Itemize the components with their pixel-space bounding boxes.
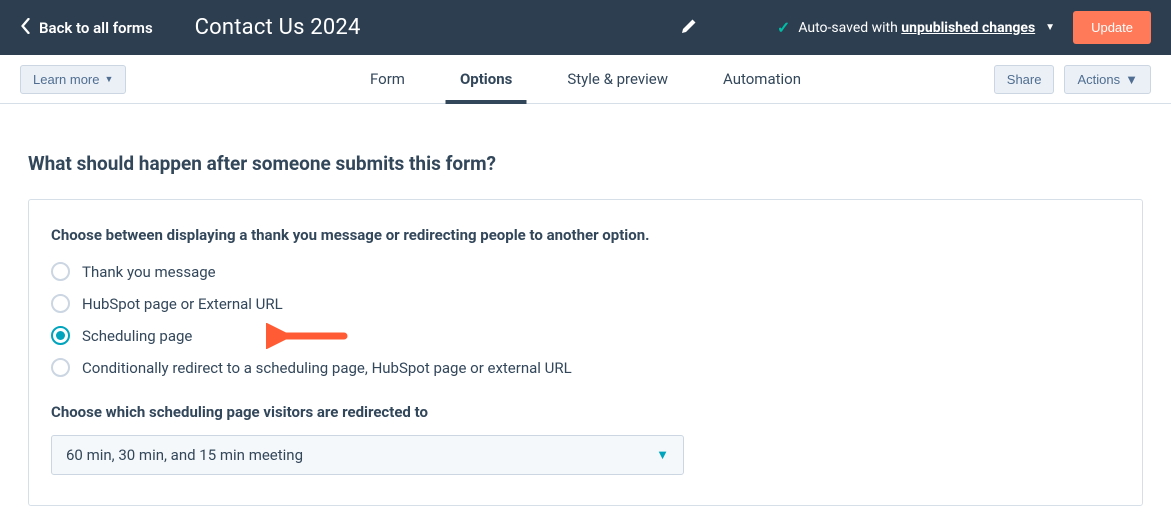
caret-down-icon: ▼	[1125, 72, 1138, 87]
dropdown-value: 60 min, 30 min, and 15 min meeting	[66, 446, 303, 464]
arrow-annotation-icon	[266, 323, 348, 349]
radio-group: Thank you message HubSpot page or Extern…	[51, 262, 1120, 377]
radio-icon	[51, 294, 70, 313]
form-title: Contact Us 2024	[195, 15, 361, 40]
right-actions: Share Actions ▼	[994, 65, 1151, 94]
autosave-emphasis: unpublished changes	[901, 20, 1035, 36]
select-label: Choose which scheduling page visitors ar…	[51, 403, 1120, 421]
tab-style-preview[interactable]: Style & preview	[567, 55, 668, 103]
scheduling-page-dropdown[interactable]: 60 min, 30 min, and 15 min meeting ▼	[51, 435, 684, 475]
back-to-forms-link[interactable]: Back to all forms	[20, 18, 153, 38]
tab-automation[interactable]: Automation	[723, 55, 801, 103]
radio-label: Thank you message	[82, 263, 216, 281]
radio-conditional-redirect[interactable]: Conditionally redirect to a scheduling p…	[51, 358, 1120, 377]
actions-button[interactable]: Actions ▼	[1064, 65, 1151, 94]
learn-more-button[interactable]: Learn more ▼	[20, 65, 126, 94]
tab-options[interactable]: Options	[460, 55, 512, 103]
share-button[interactable]: Share	[994, 65, 1055, 94]
radio-label: HubSpot page or External URL	[82, 295, 283, 313]
back-label: Back to all forms	[39, 19, 153, 37]
chevron-left-icon	[20, 18, 31, 38]
subbar: Learn more ▼ Form Options Style & previe…	[0, 55, 1171, 104]
autosave-status[interactable]: ✓ Auto-saved with unpublished changes ▼	[777, 18, 1055, 37]
edit-title-button[interactable]	[681, 18, 697, 38]
content: What should happen after someone submits…	[0, 104, 1171, 506]
radio-label: Conditionally redirect to a scheduling p…	[82, 359, 572, 377]
radio-label: Scheduling page	[82, 327, 192, 345]
submission-options-card: Choose between displaying a thank you me…	[28, 199, 1143, 506]
autosave-prefix: Auto-saved with	[798, 20, 901, 36]
caret-down-icon: ▼	[656, 447, 669, 463]
update-button[interactable]: Update	[1073, 11, 1151, 44]
tabs: Form Options Style & preview Automation	[370, 55, 801, 103]
radio-icon	[51, 262, 70, 281]
topbar: Back to all forms Contact Us 2024 ✓ Auto…	[0, 0, 1171, 55]
radio-icon	[51, 358, 70, 377]
tab-form[interactable]: Form	[370, 55, 405, 103]
radio-icon	[51, 326, 70, 345]
caret-down-icon: ▼	[104, 74, 113, 84]
check-icon: ✓	[777, 18, 790, 37]
caret-down-icon: ▼	[1045, 22, 1055, 33]
radio-hubspot-url[interactable]: HubSpot page or External URL	[51, 294, 1120, 313]
radio-scheduling-page[interactable]: Scheduling page	[51, 326, 1120, 345]
section-heading: What should happen after someone submits…	[28, 152, 1143, 175]
card-prompt: Choose between displaying a thank you me…	[51, 226, 1120, 244]
radio-thank-you[interactable]: Thank you message	[51, 262, 1120, 281]
